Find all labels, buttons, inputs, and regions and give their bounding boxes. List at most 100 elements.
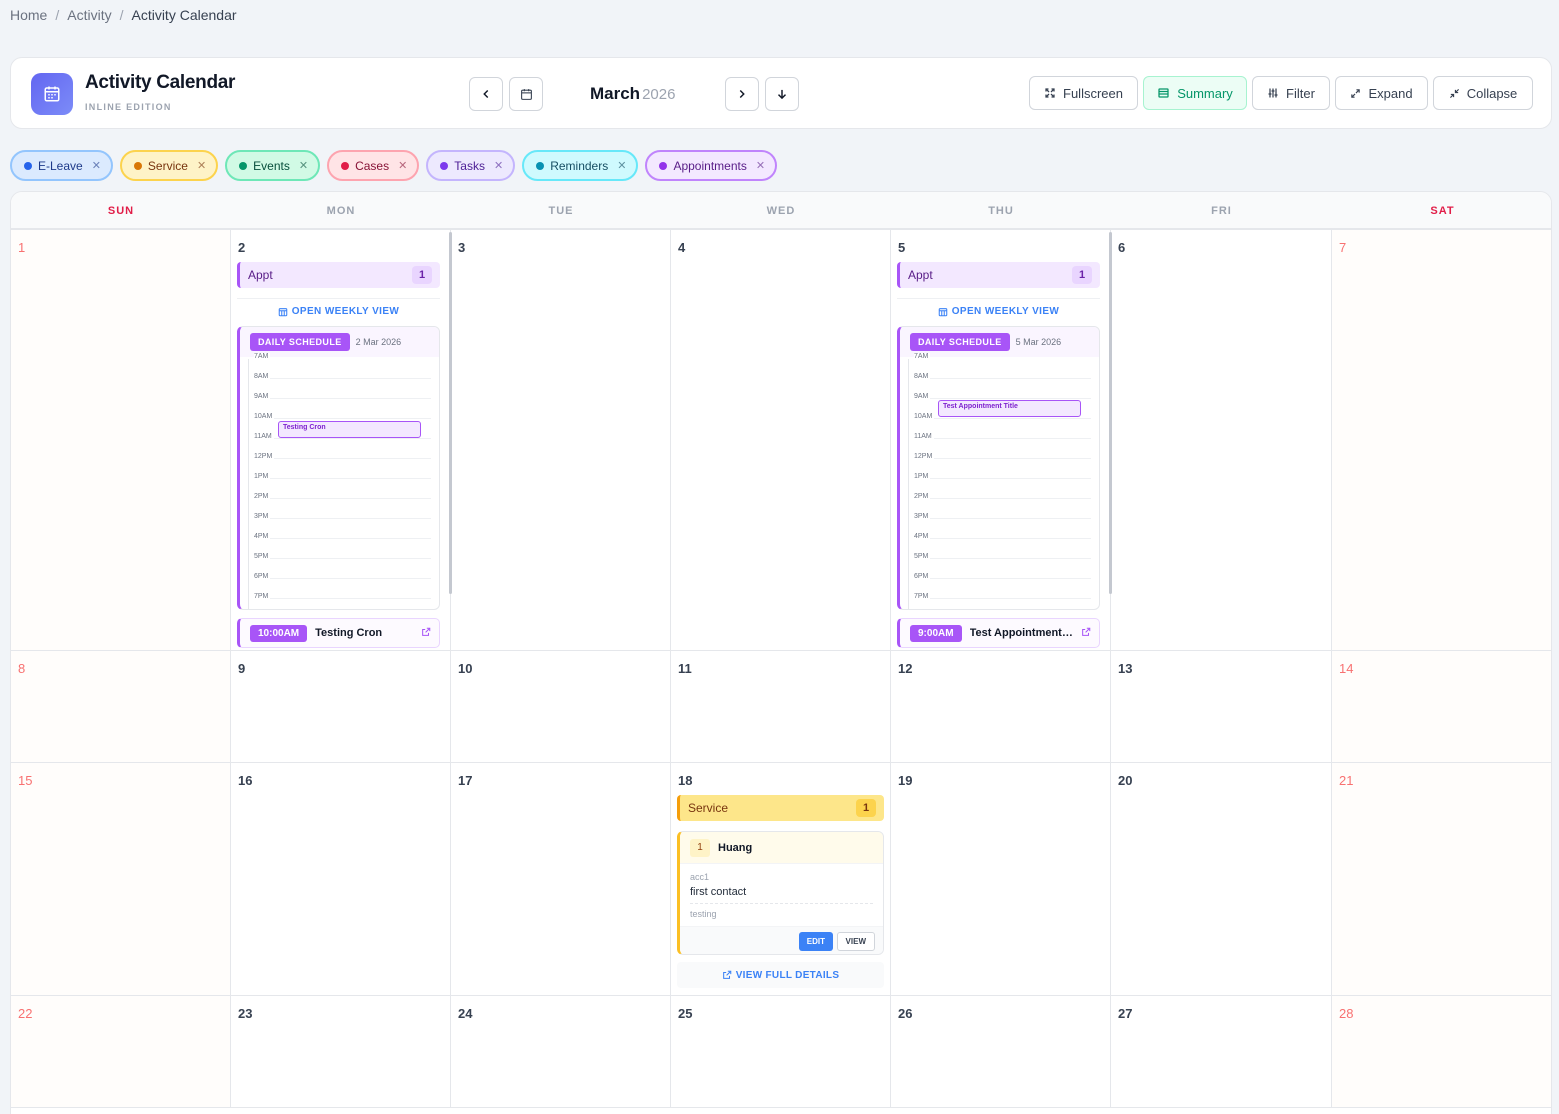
expand-label: Expand — [1368, 85, 1413, 101]
e-leave-dot-icon — [24, 161, 32, 170]
events-dot-icon — [239, 161, 248, 170]
day-cell[interactable]: 7 — [1332, 230, 1551, 651]
service-account: acc1 — [690, 872, 710, 882]
close-icon[interactable]: ✕ — [197, 159, 206, 172]
close-icon[interactable]: ✕ — [756, 159, 765, 172]
day-cell[interactable]: 20 — [1111, 763, 1332, 996]
day-cell[interactable]: 5 Appt 1 OPEN WEEKLY VIEW DAILY SCHEDULE… — [891, 230, 1111, 651]
fullscreen-button[interactable]: Fullscreen — [1029, 76, 1138, 110]
day-cell[interactable]: 10 — [451, 651, 671, 763]
day-cell[interactable]: 14 — [1332, 651, 1551, 763]
filter-chip-appointments[interactable]: Appointments ✕ — [645, 150, 778, 181]
event-row[interactable]: 9:00AM Test Appointment Title — [897, 618, 1100, 648]
filter-chip-reminders[interactable]: Reminders ✕ — [522, 150, 639, 181]
day-cell[interactable]: 26 — [891, 996, 1111, 1108]
category-appointments-pill[interactable]: Appt 1 — [237, 262, 440, 288]
hour-row: 2PM — [254, 493, 431, 519]
schedule-event-block[interactable]: Testing Cron — [278, 421, 421, 438]
hour-label: 7PM — [254, 593, 271, 600]
day-number: 17 — [458, 773, 473, 788]
hour-label: 11AM — [254, 433, 274, 440]
external-link-icon[interactable] — [1081, 627, 1091, 637]
close-icon[interactable]: ✕ — [494, 159, 503, 172]
close-icon[interactable]: ✕ — [398, 159, 407, 172]
day-cell[interactable]: 28 — [1332, 996, 1551, 1108]
next-month-button[interactable] — [725, 77, 759, 111]
chip-label: Service — [147, 158, 188, 173]
filter-chip-cases[interactable]: Cases ✕ — [327, 150, 420, 181]
open-weekly-view-link[interactable]: OPEN WEEKLY VIEW — [897, 298, 1100, 324]
daily-schedule-date: 5 Mar 2026 — [1015, 337, 1062, 347]
view-full-details-link[interactable]: VIEW FULL DETAILS — [677, 962, 884, 988]
weekday-label-wed: WED — [766, 205, 796, 217]
day-number: 26 — [898, 1006, 913, 1021]
edit-button[interactable]: EDIT — [798, 932, 833, 951]
close-icon[interactable]: ✕ — [617, 159, 626, 172]
day-cell[interactable]: 24 — [451, 996, 671, 1108]
day-cell[interactable]: 18 Service 1 1 Huang acc1 first contact … — [671, 763, 891, 996]
close-icon[interactable]: ✕ — [92, 159, 101, 172]
hour-label: 3PM — [914, 513, 931, 520]
schedule-event-block[interactable]: Test Appointment Title — [938, 400, 1081, 417]
filter-button[interactable]: Filter — [1252, 76, 1330, 110]
filter-chip-service[interactable]: Service ✕ — [119, 150, 219, 181]
day-cell[interactable]: 21 — [1332, 763, 1551, 996]
day-cell[interactable]: 11 — [671, 651, 891, 763]
day-cell[interactable]: 2 Appt 1 OPEN WEEKLY VIEW DAILY SCHEDULE… — [231, 230, 451, 651]
service-note: testing — [690, 909, 717, 919]
service-subject: first contact — [690, 886, 747, 898]
day-cell[interactable]: 12 — [891, 651, 1111, 763]
day-number: 11 — [678, 661, 692, 676]
prev-month-button[interactable] — [469, 77, 503, 111]
day-cell[interactable]: 19 — [891, 763, 1111, 996]
day-cell[interactable]: 8 — [11, 651, 231, 763]
day-cell[interactable]: 16 — [231, 763, 451, 996]
jump-down-button[interactable] — [765, 77, 799, 111]
day-cell[interactable]: 27 — [1111, 996, 1332, 1108]
event-row[interactable]: 10:00AM Testing Cron — [237, 618, 440, 648]
day-cell[interactable]: 22 — [11, 996, 231, 1108]
day-number: 20 — [1118, 773, 1133, 788]
day-cell[interactable]: 6 — [1111, 230, 1332, 651]
external-link-icon[interactable] — [421, 627, 431, 637]
view-button[interactable]: VIEW — [836, 932, 875, 951]
filter-chip-tasks[interactable]: Tasks ✕ — [426, 150, 516, 181]
category-label: Appt — [908, 268, 933, 282]
day-cell[interactable]: 23 — [231, 996, 451, 1108]
cell-scrollbar[interactable] — [1109, 232, 1112, 594]
day-number: 22 — [18, 1006, 33, 1021]
hour-label: 4PM — [254, 533, 271, 540]
day-cell[interactable]: 1 — [11, 230, 231, 651]
breadcrumb-home[interactable]: Home — [10, 7, 47, 23]
collapse-button[interactable]: Collapse — [1433, 76, 1533, 110]
page-subtitle: INLINE EDITION — [85, 102, 172, 112]
close-icon[interactable]: ✕ — [299, 159, 308, 172]
day-cell[interactable]: 17 — [451, 763, 671, 996]
day-cell[interactable]: 3 — [451, 230, 671, 651]
today-button[interactable] — [509, 77, 543, 111]
day-number: 6 — [1118, 240, 1126, 255]
service-record-card[interactable]: 1 Huang acc1 first contact testing EDIT … — [677, 831, 884, 955]
open-weekly-view-link[interactable]: OPEN WEEKLY VIEW — [237, 298, 440, 324]
cell-scrollbar[interactable] — [449, 232, 452, 594]
summary-button[interactable]: Summary — [1143, 76, 1247, 110]
hour-row: 6PM — [914, 573, 1091, 599]
hour-row: 6PM — [254, 573, 431, 599]
day-cell[interactable]: 4 — [671, 230, 891, 651]
day-number: 19 — [898, 773, 913, 788]
weekday-label-tue: TUE — [548, 205, 574, 217]
expand-icon — [1351, 88, 1361, 98]
filter-chip-e-leave[interactable]: E-Leave ✕ — [10, 150, 113, 181]
expand-button[interactable]: Expand — [1335, 76, 1428, 110]
day-cell[interactable]: 13 — [1111, 651, 1332, 763]
breadcrumb-activity[interactable]: Activity — [67, 7, 111, 23]
category-appointments-pill[interactable]: Appt 1 — [897, 262, 1100, 288]
daily-schedule: DAILY SCHEDULE 5 Mar 2026 7AM 8AM 9AM 10AM 1… — [897, 326, 1100, 610]
hour-row: 1PM — [914, 473, 1091, 499]
filter-chip-events[interactable]: Events ✕ — [225, 150, 321, 181]
event-title: Test Appointment Title — [969, 627, 1075, 639]
day-cell[interactable]: 9 — [231, 651, 451, 763]
day-cell[interactable]: 25 — [671, 996, 891, 1108]
category-service-pill[interactable]: Service 1 — [677, 795, 884, 821]
day-cell[interactable]: 15 — [11, 763, 231, 996]
